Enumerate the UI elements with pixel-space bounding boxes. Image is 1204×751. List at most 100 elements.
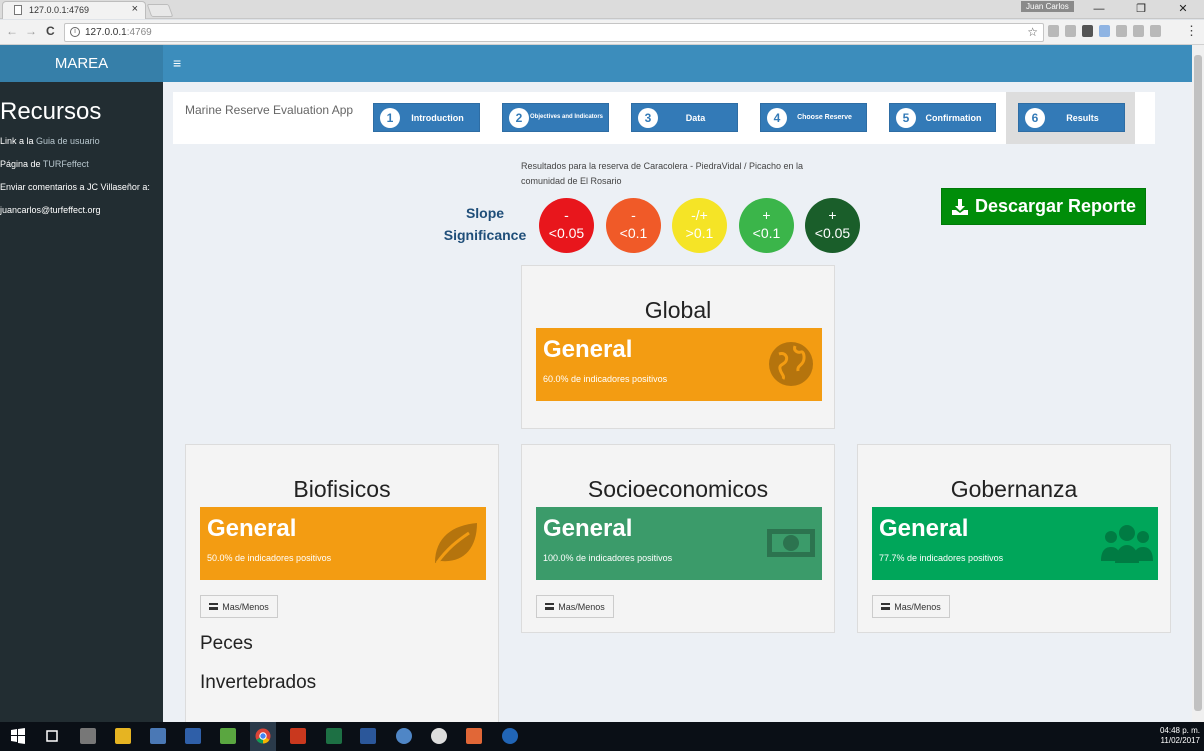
sidebar-guide-line: Link a la Guia de usuario <box>0 136 163 146</box>
legend-pos-01: + <0.1 <box>739 198 794 253</box>
chrome-taskbar-item[interactable] <box>250 722 276 751</box>
mas-menos-button[interactable]: Mas/Menos <box>536 595 614 618</box>
mas-menos-button[interactable]: Mas/Menos <box>872 595 950 618</box>
legend-value: >0.1 <box>685 225 714 241</box>
extension-icon[interactable] <box>1116 25 1127 37</box>
app-logo[interactable]: MAREA <box>0 45 163 82</box>
tab-title: 127.0.0.1:4769 <box>29 5 90 15</box>
close-window-button[interactable]: ✕ <box>1162 0 1204 18</box>
download-label: Descargar Reporte <box>974 196 1137 216</box>
subitem-peces[interactable]: Peces <box>200 633 253 655</box>
extension-icon[interactable] <box>1048 25 1059 37</box>
step-choose-reserve[interactable]: 4 Choose Reserve <box>760 103 867 132</box>
subitem-invertebrados[interactable]: Invertebrados <box>200 672 316 694</box>
step-data[interactable]: 3 Data <box>631 103 738 132</box>
tab-close-icon[interactable]: × <box>132 3 138 15</box>
step-results[interactable]: 6 Results <box>1018 103 1125 132</box>
r-icon[interactable] <box>502 728 518 744</box>
step-objectives[interactable]: 2 Objectives and Indicators <box>502 103 609 132</box>
legend-value: <0.05 <box>548 225 585 241</box>
legend-sign: - <box>631 207 636 223</box>
global-info-box: General 60.0% de indicadores positivos <box>536 328 822 401</box>
money-icon <box>767 529 815 557</box>
excel-icon[interactable] <box>326 728 342 744</box>
scrollbar-thumb[interactable] <box>1194 55 1202 711</box>
app-title: Marine Reserve Evaluation App <box>185 103 354 117</box>
app-icon[interactable] <box>150 728 166 744</box>
panel-title: Global <box>644 297 712 323</box>
window-controls: — ❐ ✕ <box>1078 0 1204 18</box>
results-description: Resultados para la reserva de Caracolera… <box>521 161 803 186</box>
email-text: juancarlos@turfeffect.org <box>0 205 101 215</box>
button-label: Mas/Menos <box>558 601 605 612</box>
app-icon[interactable] <box>185 728 201 744</box>
powerpoint-icon[interactable] <box>290 728 306 744</box>
turf-prefix: Página de <box>0 159 43 169</box>
new-tab-button[interactable] <box>146 4 174 17</box>
step-label: Objectives and Indicators <box>529 114 604 120</box>
step-confirmation[interactable]: 5 Confirmation <box>889 103 996 132</box>
windows-taskbar: 04:48 p. m. 11/02/2017 <box>0 722 1204 751</box>
info-icon[interactable]: i <box>70 27 80 37</box>
back-icon[interactable]: ← <box>6 24 18 38</box>
info-box-text: 77.7% de indicadores positivos <box>879 553 1004 563</box>
extension-icon[interactable] <box>1082 25 1093 37</box>
bookmark-star-icon[interactable]: ☆ <box>1027 24 1038 41</box>
restore-button[interactable]: ❐ <box>1120 0 1162 18</box>
page-scrollbar[interactable] <box>1192 45 1204 722</box>
download-report-button[interactable]: Descargar Reporte <box>941 188 1146 225</box>
github-icon[interactable] <box>431 728 447 744</box>
chrome-icon <box>255 728 271 744</box>
legend-sign: -/+ <box>691 207 708 223</box>
step-introduction[interactable]: 1 Introduction <box>373 103 480 132</box>
minimize-button[interactable]: — <box>1078 0 1120 18</box>
download-icon <box>951 198 968 215</box>
step-number: 4 <box>767 107 787 128</box>
step-number: 2 <box>509 107 529 128</box>
browser-menu-icon[interactable]: ⋮ <box>1185 23 1198 39</box>
forward-icon[interactable]: → <box>25 24 37 38</box>
step-label: Results <box>1066 112 1099 123</box>
task-view-icon[interactable] <box>44 728 60 744</box>
url-port: :4769 <box>126 27 152 38</box>
socioeconomicos-info-box: General 100.0% de indicadores positivos <box>536 507 822 580</box>
extension-icon[interactable] <box>1099 25 1110 37</box>
leaf-icon <box>435 523 477 564</box>
calculator-icon[interactable] <box>80 728 96 744</box>
guide-link[interactable]: Guia de usuario <box>36 136 100 146</box>
wizard-bar: Marine Reserve Evaluation App 1 Introduc… <box>173 92 1155 144</box>
gobernanza-panel: Gobernanza General 77.7% de indicadores … <box>857 444 1171 633</box>
system-clock[interactable]: 04:48 p. m. 11/02/2017 <box>1160 726 1200 746</box>
list-icon <box>545 603 555 610</box>
global-panel: Global General 60.0% de indicadores posi… <box>521 265 835 429</box>
mas-menos-button[interactable]: Mas/Menos <box>200 595 278 618</box>
legend-value: <0.1 <box>619 225 648 241</box>
browser-tab-bar: 127.0.0.1:4769 × Juan Carlos — ❐ ✕ <box>0 0 1204 19</box>
list-icon <box>881 603 891 610</box>
step-number: 1 <box>380 107 400 128</box>
word-icon[interactable] <box>360 728 376 744</box>
url-input[interactable]: i 127.0.0.1:4769 ☆ <box>64 23 1044 42</box>
turfeffect-link[interactable]: TURFeffect <box>43 159 89 169</box>
start-icon[interactable] <box>10 728 26 744</box>
slope-significance-label: Slope Significance <box>443 205 527 243</box>
button-label: Mas/Menos <box>222 601 269 612</box>
sidebar-toggle-icon[interactable]: ≡ <box>173 55 181 71</box>
browser-tab[interactable]: 127.0.0.1:4769 × <box>2 1 146 19</box>
extension-icon[interactable] <box>1150 25 1161 37</box>
file-explorer-icon[interactable] <box>115 728 131 744</box>
extension-icon[interactable] <box>1133 25 1144 37</box>
app-icon[interactable] <box>396 728 412 744</box>
button-label: Mas/Menos <box>894 601 941 612</box>
legend-sign: + <box>762 207 771 223</box>
users-icon <box>1101 525 1153 563</box>
profile-label[interactable]: Juan Carlos <box>1021 1 1074 12</box>
app-icon[interactable] <box>220 728 236 744</box>
matlab-icon[interactable] <box>466 728 482 744</box>
url-host: 127.0.0.1 <box>85 27 127 38</box>
extension-icon[interactable] <box>1065 25 1076 37</box>
step-number: 6 <box>1025 107 1045 128</box>
legend-value: <0.05 <box>814 225 851 241</box>
reload-icon[interactable]: C <box>46 24 55 38</box>
info-box-title: General <box>543 336 633 363</box>
